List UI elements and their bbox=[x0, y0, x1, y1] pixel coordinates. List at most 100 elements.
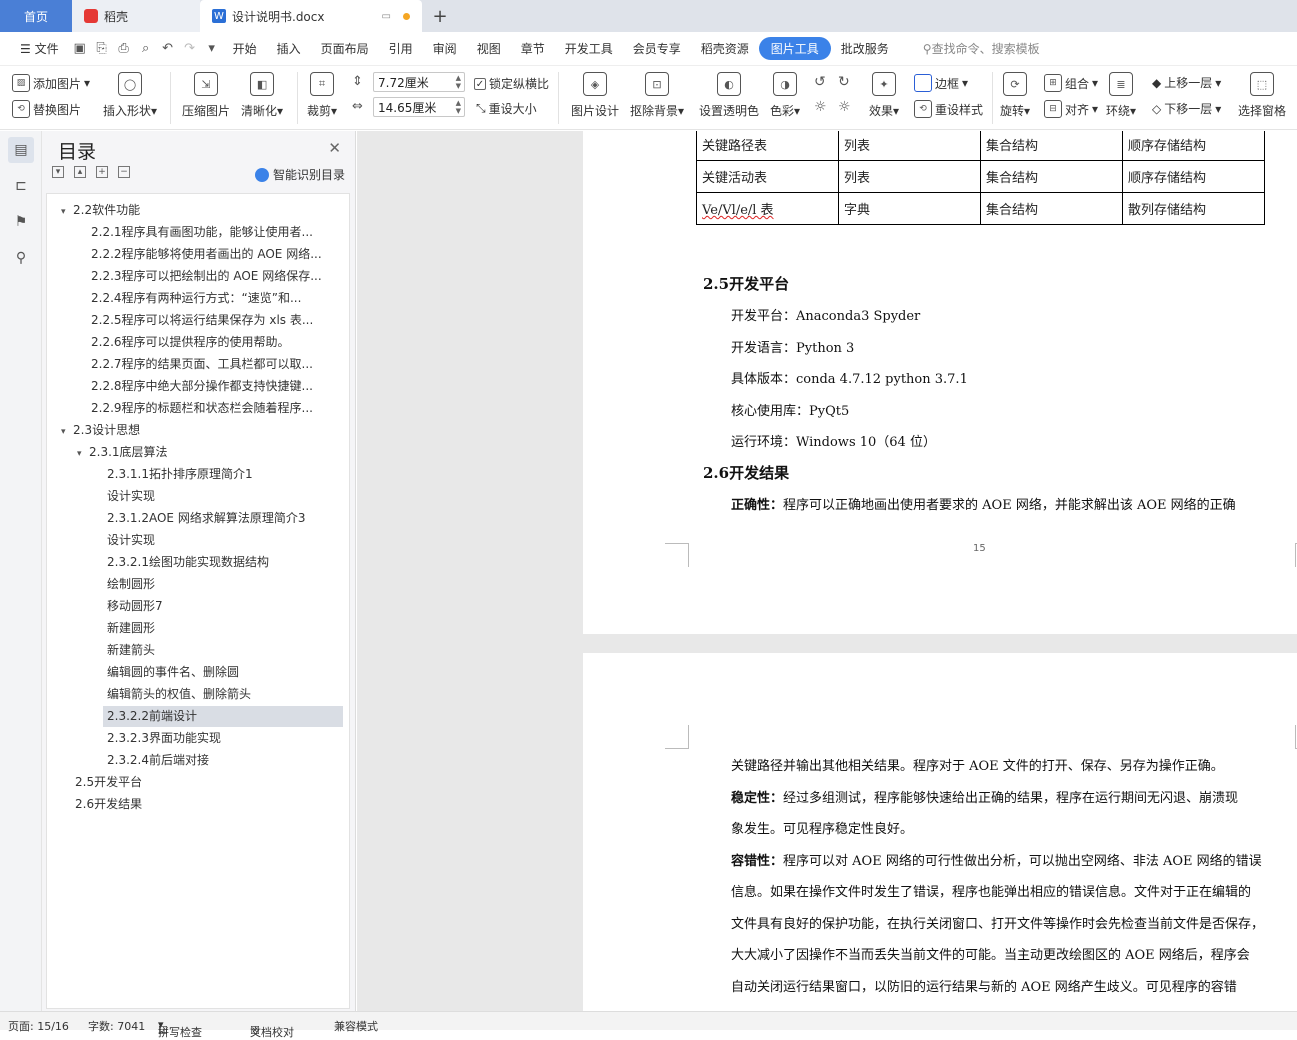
monitor-icon[interactable]: ▭ bbox=[382, 11, 391, 22]
menu-item[interactable]: 审阅 bbox=[423, 40, 467, 57]
toc-item[interactable]: 2.2.1程序具有画图功能，能够让使用者... bbox=[87, 222, 343, 243]
menu-item[interactable]: 插入 bbox=[267, 40, 311, 57]
remove-background-button[interactable]: ⊡ 抠除背景▾ bbox=[630, 72, 684, 119]
menu-item[interactable]: 会员专享 bbox=[623, 40, 691, 57]
menu-item[interactable]: 页面布局 bbox=[311, 40, 379, 57]
lock-ratio-checkbox[interactable]: ✓ 锁定纵横比 bbox=[474, 75, 549, 92]
effect-button[interactable]: ✦ 效果▾ bbox=[869, 72, 899, 119]
expand-toggle-icon[interactable]: ▾ bbox=[77, 444, 89, 463]
toc-item[interactable]: 新建圆形 bbox=[103, 618, 343, 639]
tab-document[interactable]: W 设计说明书.docx ▭ bbox=[200, 0, 422, 32]
toc-item[interactable]: ▾ 2.3.1底层算法 bbox=[73, 442, 343, 463]
menu-item[interactable]: 章节 bbox=[511, 40, 555, 57]
rotate-right-icon[interactable]: ↻ bbox=[838, 74, 850, 90]
align-button[interactable]: ⊟ 对齐 ▾ bbox=[1044, 100, 1098, 118]
bring-forward-button[interactable]: ◆ 上移一层 ▾ bbox=[1152, 74, 1221, 91]
toc-item[interactable]: 2.3.1.2AOE 网络求解算法原理简介3 bbox=[103, 508, 343, 529]
print-icon[interactable]: ⎙ bbox=[113, 38, 135, 60]
image-height-input[interactable]: 14.65厘米 ▲ ▼ bbox=[373, 97, 465, 117]
crop-button[interactable]: ⌗ 裁剪▾ bbox=[307, 72, 337, 119]
toc-item[interactable]: 编辑圆的事件名、删除圆 bbox=[103, 662, 343, 683]
toc-item[interactable]: 2.3.1.1拓扑排序原理简介1 bbox=[103, 464, 343, 485]
toc-item[interactable]: 2.2.4程序有两种运行方式：“速览”和... bbox=[87, 288, 343, 309]
export-icon[interactable]: ⎘ bbox=[91, 38, 113, 60]
toc-item[interactable]: ▾ 2.2软件功能 bbox=[57, 200, 343, 221]
toc-item[interactable]: 2.2.6程序可以提供程序的使用帮助。 bbox=[87, 332, 343, 353]
toc-item[interactable]: 2.2.3程序可以把绘制出的 AOE 网络保存... bbox=[87, 266, 343, 287]
spell-check-toggle[interactable]: ☑ 拼写检查 ▾ bbox=[158, 1018, 202, 1039]
rotate-left-icon[interactable]: ↺ bbox=[814, 74, 826, 90]
tab-review-service[interactable]: 批改服务 bbox=[831, 40, 899, 57]
image-design-button[interactable]: ◈ 图片设计 bbox=[571, 72, 619, 119]
smart-toc-button[interactable]: 智能识别目录 bbox=[254, 166, 345, 183]
new-tab-button[interactable]: + bbox=[422, 0, 458, 32]
rotate-icon: ⟳ bbox=[1003, 72, 1028, 96]
clarify-button[interactable]: ◧ 清晰化▾ bbox=[241, 72, 283, 119]
tab-docer[interactable]: 稻壳 bbox=[72, 0, 200, 32]
brightness-up-icon[interactable]: ☼ bbox=[814, 99, 827, 115]
wrap-button[interactable]: ≣ 环绕▾ bbox=[1106, 72, 1136, 119]
toc-item[interactable]: 2.3.2.2前端设计 bbox=[103, 706, 343, 727]
paragraph: 开发平台：Anaconda3 Spyder bbox=[731, 309, 921, 324]
image-width-input[interactable]: 7.72厘米 ▲ ▼ bbox=[373, 72, 465, 92]
remove-heading-icon[interactable]: − bbox=[118, 166, 130, 178]
close-icon[interactable]: ✕ bbox=[328, 139, 341, 157]
undo-icon[interactable]: ↶ bbox=[157, 38, 179, 60]
insert-shape-button[interactable]: ◯ 插入形状▾ bbox=[103, 72, 157, 119]
menu-item[interactable]: 开发工具 bbox=[555, 40, 623, 57]
border-button[interactable]: 边框 ▾ bbox=[914, 74, 968, 92]
menu-item[interactable]: 视图 bbox=[467, 40, 511, 57]
expand-toggle-icon[interactable]: ▾ bbox=[61, 422, 73, 441]
bookmark-icon[interactable]: ⚑ bbox=[11, 212, 31, 232]
more-icon[interactable]: ▾ bbox=[201, 38, 223, 60]
toc-panel-icon[interactable]: ▤ bbox=[8, 137, 34, 163]
toc-item[interactable]: 2.2.5程序可以将运行结果保存为 xls 表... bbox=[87, 310, 343, 331]
send-backward-button[interactable]: ◇ 下移一层 ▾ bbox=[1152, 100, 1221, 117]
selection-pane-button[interactable]: ⬚ 选择窗格 bbox=[1238, 72, 1286, 119]
command-search[interactable]: ⚲查找命令、搜索模板 bbox=[913, 40, 1050, 57]
collapse-all-icon[interactable]: ▾ bbox=[52, 166, 64, 178]
toc-item[interactable]: 2.2.9程序的标题栏和状态栏会随着程序... bbox=[87, 398, 343, 419]
brightness-down-icon[interactable]: ☼ bbox=[838, 99, 851, 115]
word-count[interactable]: 字数: 7041 bbox=[88, 1018, 145, 1034]
toc-item[interactable]: 2.2.8程序中绝大部分操作都支持快捷键... bbox=[87, 376, 343, 397]
rotate-button[interactable]: ⟳ 旋转▾ bbox=[1000, 72, 1030, 119]
save-icon[interactable]: ▣ bbox=[69, 38, 91, 60]
redo-icon[interactable]: ↷ bbox=[179, 38, 201, 60]
toc-item[interactable]: 移动圆形7 bbox=[103, 596, 343, 617]
color-button[interactable]: ◑ 色彩▾ bbox=[770, 72, 800, 119]
toc-item[interactable]: 新建箭头 bbox=[103, 640, 343, 661]
toc-item[interactable]: 2.3.2.4前后端对接 bbox=[103, 750, 343, 771]
expand-toggle-icon[interactable]: ▾ bbox=[61, 202, 73, 221]
toc-item[interactable]: 2.6开发结果 bbox=[71, 794, 343, 815]
toc-item[interactable]: 绘制圆形 bbox=[103, 574, 343, 595]
nav-panel-icon[interactable]: ⊏ bbox=[11, 176, 31, 196]
add-image-button[interactable]: ▨ 添加图片 ▾ bbox=[12, 74, 90, 92]
toc-item[interactable]: 2.2.7程序的结果页面、工具栏都可以取... bbox=[87, 354, 343, 375]
menu-item[interactable]: 稻壳资源 bbox=[691, 40, 759, 57]
set-transparent-button[interactable]: ◐ 设置透明色 bbox=[699, 72, 759, 119]
file-menu[interactable]: ☰ 文件 bbox=[10, 40, 69, 57]
compress-image-button[interactable]: ⇲ 压缩图片 bbox=[182, 72, 230, 119]
replace-image-button[interactable]: ⟲ 替换图片 bbox=[12, 100, 81, 118]
tab-picture-tools[interactable]: 图片工具 bbox=[758, 37, 831, 60]
reset-style-button[interactable]: ⟲ 重设样式 bbox=[914, 100, 983, 118]
expand-all-icon[interactable]: ▴ bbox=[74, 166, 86, 178]
resize-button[interactable]: ⤡ 重设大小 bbox=[476, 100, 537, 117]
group-button[interactable]: ⊞ 组合 ▾ bbox=[1044, 74, 1098, 92]
toc-item[interactable]: 设计实现 bbox=[103, 486, 343, 507]
toc-item[interactable]: 2.3.2.1绘图功能实现数据结构 bbox=[103, 552, 343, 573]
toc-item[interactable]: 编辑箭头的权值、删除箭头 bbox=[103, 684, 343, 705]
page-indicator[interactable]: 页面: 15/16 bbox=[8, 1018, 69, 1034]
toc-item[interactable]: 2.2.2程序能够将使用者画出的 AOE 网络... bbox=[87, 244, 343, 265]
print-preview-icon[interactable]: ⌕ bbox=[135, 38, 157, 60]
toc-item[interactable]: 设计实现 bbox=[103, 530, 343, 551]
menu-item[interactable]: 引用 bbox=[379, 40, 423, 57]
toc-item[interactable]: ▾ 2.3设计思想 bbox=[57, 420, 343, 441]
menu-item[interactable]: 开始 bbox=[223, 40, 267, 57]
toc-item[interactable]: 2.3.2.3界面功能实现 bbox=[103, 728, 343, 749]
add-heading-icon[interactable]: + bbox=[96, 166, 108, 178]
tab-home[interactable]: 首页 bbox=[0, 0, 72, 32]
toc-item[interactable]: 2.5开发平台 bbox=[71, 772, 343, 793]
search-icon[interactable]: ⚲ bbox=[11, 248, 31, 268]
